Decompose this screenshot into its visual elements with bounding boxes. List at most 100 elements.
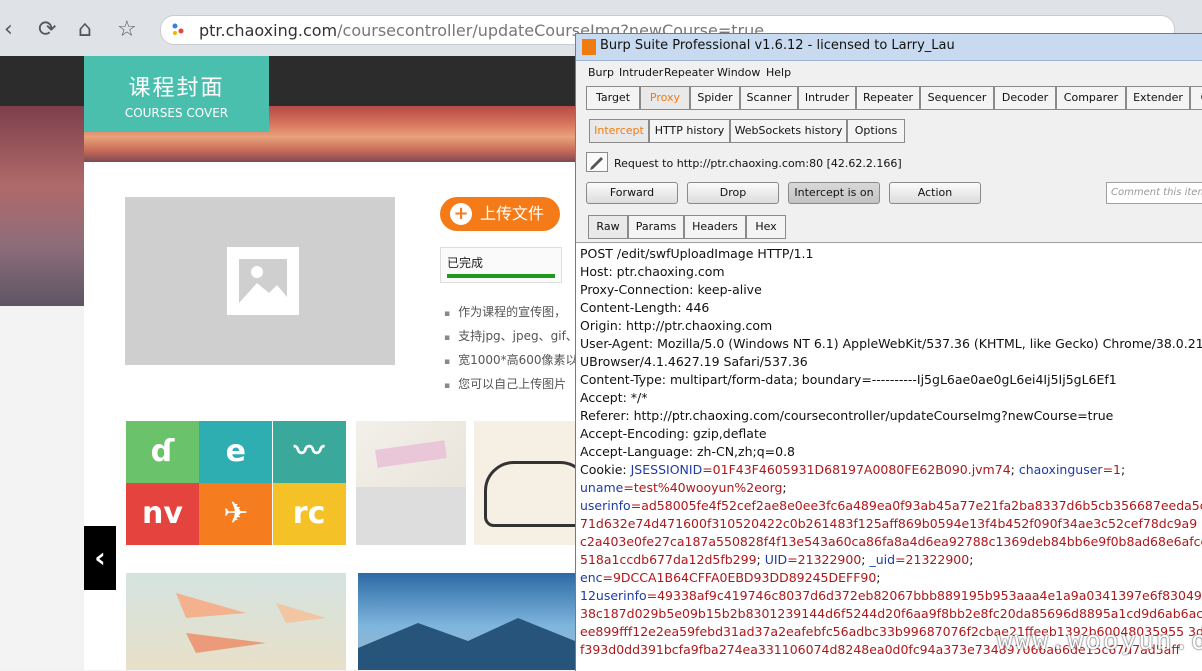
cookie-key: enc — [580, 570, 603, 585]
tab-spider[interactable]: Spider — [690, 86, 740, 110]
subtab-intercept[interactable]: Intercept — [589, 119, 649, 143]
mountains-icon — [358, 618, 580, 670]
cookie-sep: ; — [1010, 462, 1019, 477]
subtab-websockets-history[interactable]: WebSockets history — [730, 119, 847, 143]
cookie-sep: ; — [1121, 462, 1126, 477]
progress-bar-fill — [447, 274, 555, 278]
tab-repeater[interactable]: Repeater — [856, 86, 920, 110]
request-line: Origin: http://ptr.chaoxing.com — [580, 318, 773, 333]
bookmark-star-icon[interactable]: ☆ — [117, 18, 137, 42]
request-line: Cookie: JSESSIONID=01F43F4605931D68197A0… — [580, 461, 1125, 479]
cover-image-placeholder — [125, 197, 395, 365]
tab-decoder[interactable]: Decoder — [994, 86, 1056, 110]
tip-item: 您可以自己上传图片 — [444, 372, 578, 396]
cover-option-art-supplies[interactable] — [356, 421, 466, 545]
request-line: Accept-Encoding: gzip,deflate — [580, 426, 767, 441]
view-tab-params[interactable]: Params — [628, 215, 684, 239]
back-icon[interactable]: ‹ — [4, 18, 13, 42]
cookie-value: =ad58005fe4f52cef2ae8e0ee3fc6a489ea0f93a… — [630, 498, 1202, 513]
cookie-value: =test%40wooyun%2eorg — [623, 480, 783, 495]
intercept-toggle-button[interactable]: Intercept is on — [788, 182, 880, 204]
tab-intruder[interactable]: Intruder — [798, 86, 856, 110]
cover-option-sneaker[interactable] — [474, 421, 580, 545]
request-line: c2a403e0fe27ca187a550828f4f13e543a60ca86… — [580, 533, 1202, 551]
art-strip — [375, 440, 447, 468]
comment-field[interactable]: Comment this item — [1106, 182, 1202, 204]
subtab-http-history[interactable]: HTTP history — [649, 119, 730, 143]
request-line: uname=test%40wooyun%2eorg; — [580, 479, 787, 497]
cookie-value: =21322900 — [895, 552, 970, 567]
request-line: Referer: http://ptr.chaoxing.com/coursec… — [580, 408, 1114, 423]
tab-proxy[interactable]: Proxy — [640, 86, 690, 110]
image-placeholder-icon — [227, 247, 299, 315]
cover-title: 课程封面 — [128, 76, 225, 101]
cookie-sep: ; — [876, 570, 881, 585]
cookie-key: _uid — [869, 552, 896, 567]
cookie-label: Cookie: — [580, 462, 631, 477]
burp-window-title: Burp Suite Professional v1.6.12 - licens… — [600, 38, 955, 53]
url-host: ptr.chaoxing.com — [199, 21, 338, 40]
request-line: 38c187d029b5e09b15b2b8301239144d6f5244d2… — [580, 605, 1202, 623]
burp-logo-icon — [582, 39, 596, 55]
request-line: Accept-Language: zh-CN,zh;q=0.8 — [580, 444, 796, 459]
cookie-value: =49338af9c419746c8037d6d372eb82067bbb889… — [646, 588, 1202, 603]
tab-options-overflow[interactable]: O — [1190, 86, 1202, 110]
tab-comparer[interactable]: Comparer — [1056, 86, 1126, 110]
cookie-value: 71d632e74d471600f310520422c0b261483f125a… — [580, 516, 1198, 531]
cookie-sep: ; — [782, 480, 787, 495]
subtab-options[interactable]: Options — [847, 119, 905, 143]
cookie-sep: ; — [756, 552, 765, 567]
progress-status: 已完成 — [447, 256, 484, 270]
request-line: POST /edit/swfUploadImage HTTP/1.1 — [580, 246, 814, 261]
upload-file-button[interactable]: + 上传文件 — [440, 197, 560, 231]
cookie-value: =21322900 — [787, 552, 862, 567]
tab-extender[interactable]: Extender — [1126, 86, 1190, 110]
menu-help[interactable]: Help — [766, 66, 791, 79]
cookie-value: c2a403e0fe27ca187a550828f4f13e543a60ca86… — [580, 534, 1202, 549]
courses-cover-badge: 课程封面 COURSES COVER — [84, 56, 269, 132]
tab-scanner[interactable]: Scanner — [740, 86, 798, 110]
tab-target[interactable]: Target — [586, 86, 640, 110]
view-tab-hex[interactable]: Hex — [746, 215, 786, 239]
cookie-value: =1 — [1102, 462, 1121, 477]
cookie-key: chaoxinguser — [1018, 462, 1103, 477]
cover-option-lake-mountains[interactable] — [358, 573, 580, 670]
progress-bar — [447, 274, 555, 278]
watermark-text: www.wooyun.org — [997, 626, 1202, 656]
request-line: enc=9DCCA1B64CFFA0EBD93DD89245DEFF90; — [580, 569, 881, 587]
home-icon[interactable]: ⌂ — [78, 18, 92, 42]
background-image-left — [0, 106, 84, 306]
previous-arrow-button[interactable]: ‹ — [84, 526, 116, 590]
plus-icon: + — [450, 203, 472, 225]
drop-button[interactable]: Drop — [687, 182, 779, 204]
cover-option-logo-tiles[interactable]: ɗ e 〰 nv ✈ rc — [126, 421, 346, 545]
forward-button[interactable]: Forward — [586, 182, 678, 204]
paint-palette — [356, 487, 466, 545]
cookie-key: userinfo — [580, 498, 631, 513]
request-line: userinfo=ad58005fe4f52cef2ae8e0ee3fc6a48… — [580, 497, 1202, 515]
tip-item: 宽1000*高600像素以 — [444, 348, 578, 372]
raw-request-editor[interactable]: POST /edit/swfUploadImage HTTP/1.1 Host: … — [576, 242, 1202, 671]
upload-tips-list: 作为课程的宣传图， 支持jpg、jpeg、gif、 宽1000*高600像素以 … — [444, 300, 578, 396]
burp-title-bar: Burp Suite Professional v1.6.12 - licens… — [576, 34, 1202, 61]
request-line: Host: ptr.chaoxing.com — [580, 264, 725, 279]
edit-pencil-icon[interactable] — [586, 152, 608, 172]
cover-content-panel: + 上传文件 已完成 作为课程的宣传图， 支持jpg、jpeg、gif、 宽10… — [84, 162, 580, 670]
menu-burp[interactable]: Burp — [588, 66, 614, 79]
request-line: 71d632e74d471600f310520422c0b261483f125a… — [580, 515, 1197, 533]
menu-window[interactable]: Window — [717, 66, 760, 79]
request-line: Content-Type: multipart/form-data; bound… — [580, 372, 1117, 387]
cover-option-paper-planes[interactable] — [126, 573, 346, 670]
cookie-key: UID — [764, 552, 788, 567]
reload-icon[interactable]: ⟳ — [38, 18, 56, 42]
tab-sequencer[interactable]: Sequencer — [920, 86, 994, 110]
paper-planes-icon — [176, 593, 326, 653]
action-button[interactable]: Action — [889, 182, 981, 204]
site-info-icon[interactable] — [171, 22, 185, 36]
request-line: Accept: */* — [580, 390, 648, 405]
view-tab-raw[interactable]: Raw — [588, 215, 628, 239]
view-tab-headers[interactable]: Headers — [684, 215, 746, 239]
cookie-value: 38c187d029b5e09b15b2b8301239144d6f5244d2… — [580, 606, 1202, 621]
menu-intruder[interactable]: Intruder — [619, 66, 663, 79]
menu-repeater[interactable]: Repeater — [664, 66, 714, 79]
